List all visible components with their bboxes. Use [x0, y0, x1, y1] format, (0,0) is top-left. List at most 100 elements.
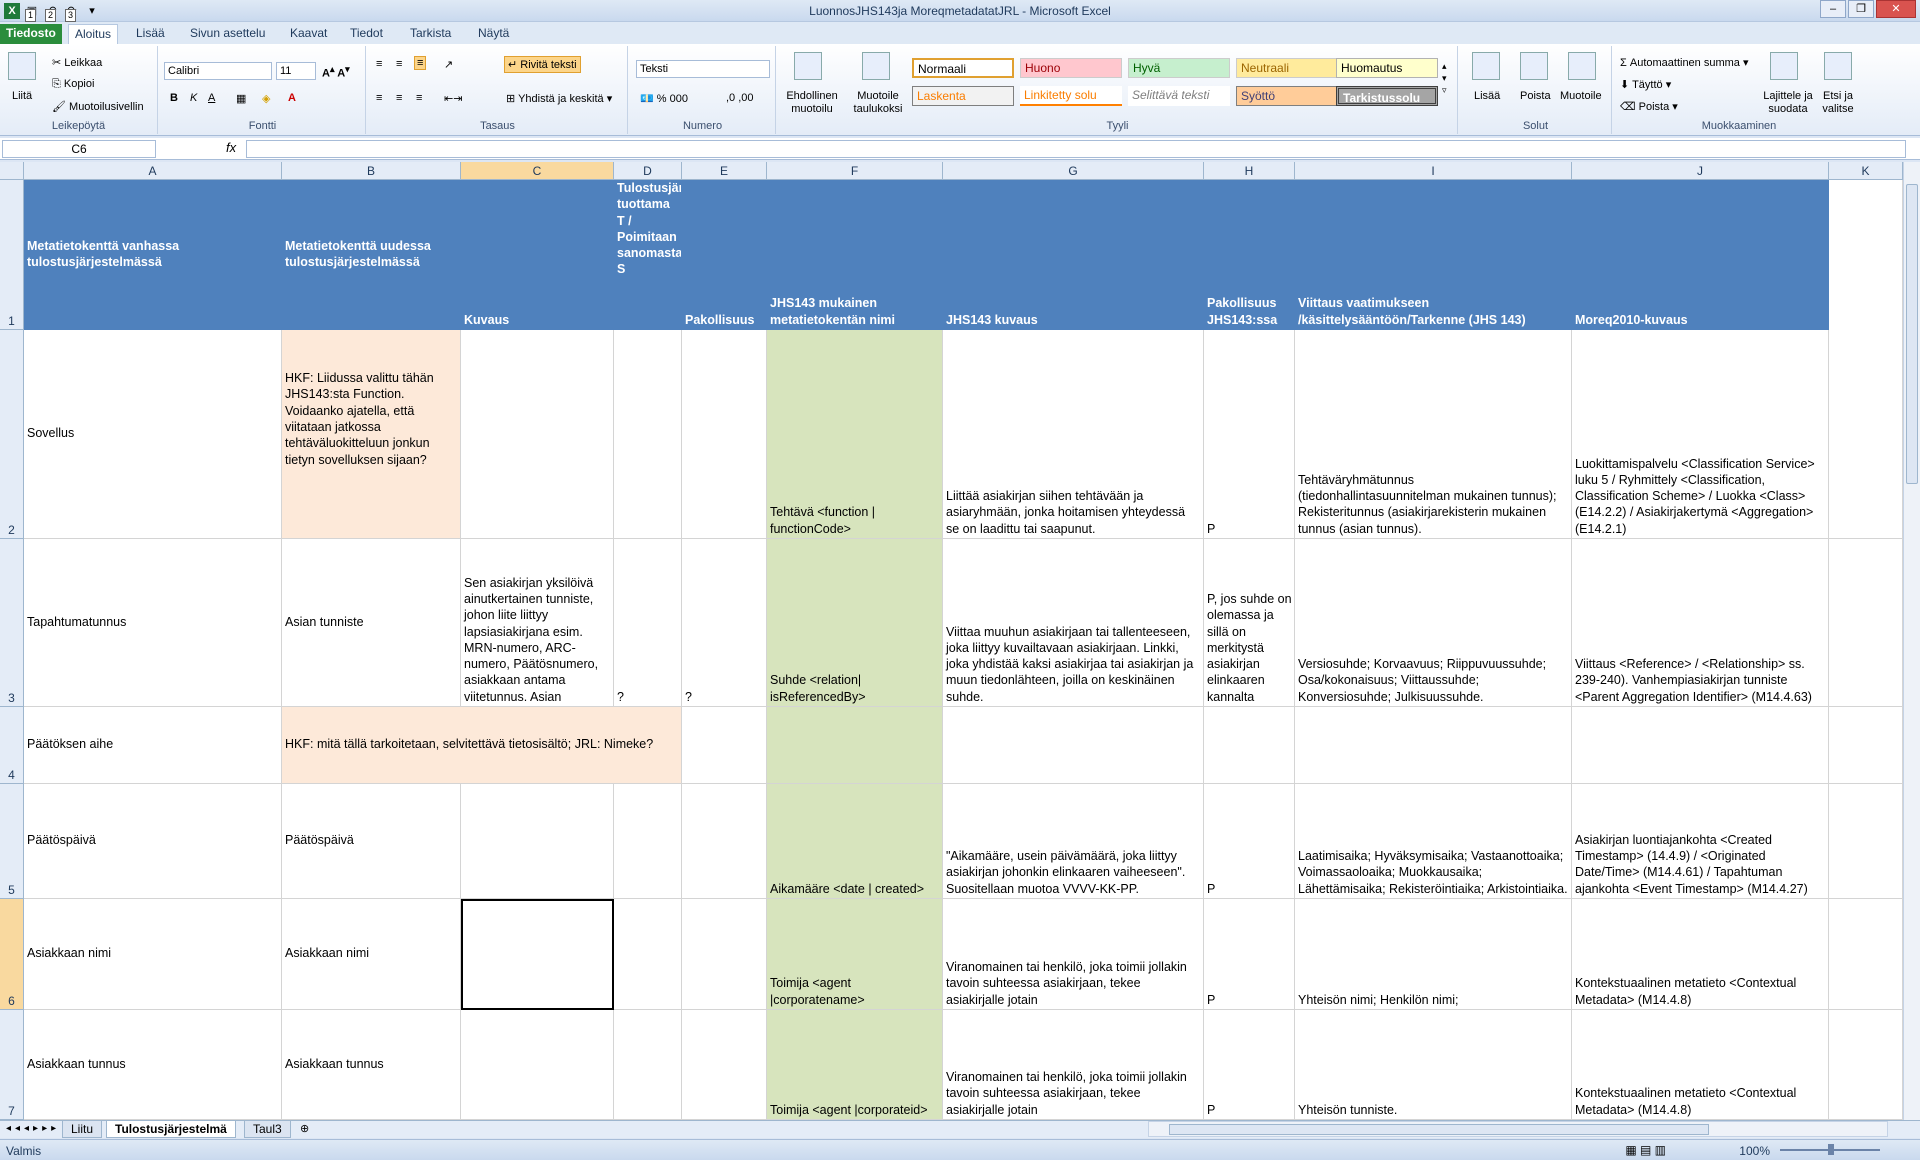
cell-a3[interactable]: Tapahtumatunnus	[24, 539, 282, 707]
cell-j1[interactable]: Moreq2010-kuvaus	[1572, 180, 1829, 330]
cell-j2[interactable]: Luokittamispalvelu <Classification Servi…	[1572, 330, 1829, 539]
cell-b3[interactable]: Asian tunniste	[282, 539, 461, 707]
cell-b5[interactable]: Päätöspäivä	[282, 784, 461, 899]
align-top-icon[interactable]: ≡	[376, 58, 382, 70]
align-center-icon[interactable]: ≡	[396, 92, 402, 104]
zoom-slider-knob[interactable]	[1828, 1144, 1834, 1155]
align-left-icon[interactable]: ≡	[376, 92, 382, 104]
cell-k7[interactable]	[1829, 1010, 1903, 1120]
currency-icon[interactable]: 💶 % 000	[640, 92, 688, 105]
formula-input[interactable]	[246, 140, 1906, 158]
styles-scroll-icon[interactable]: ▴ ▾ ▿	[1442, 60, 1447, 96]
copy-button[interactable]: ⎘ Kopioi	[52, 78, 94, 91]
font-color-icon[interactable]: A	[288, 92, 296, 104]
row-header-2[interactable]: 2	[0, 330, 24, 539]
cell-b6[interactable]: Asiakkaan nimi	[282, 899, 461, 1010]
cell-g5[interactable]: "Aikamääre, usein päivämäärä, joka liitt…	[943, 784, 1204, 899]
clear-button[interactable]: ⌫ Poista ▾	[1620, 100, 1678, 113]
delete-cells-button[interactable]: Poista	[1520, 90, 1551, 102]
column-header-j[interactable]: J	[1572, 162, 1829, 180]
delete-cells-icon[interactable]	[1520, 52, 1548, 80]
cell-f6[interactable]: Toimija <agent |corporatename>	[767, 899, 943, 1010]
insert-sheet-icon[interactable]: ⊕	[300, 1122, 309, 1135]
cell-c7[interactable]	[461, 1010, 614, 1120]
cut-button[interactable]: ✂ Leikkaa	[52, 56, 102, 69]
tab-review[interactable]: Tarkista	[410, 26, 451, 40]
cell-j4[interactable]	[1572, 707, 1829, 784]
cell-i6[interactable]: Yhteisön nimi; Henkilön nimi;	[1295, 899, 1572, 1010]
cell-k5[interactable]	[1829, 784, 1903, 899]
tab-page-layout[interactable]: Sivun asettelu	[190, 26, 265, 40]
paste-icon[interactable]	[8, 52, 36, 80]
orientation-icon[interactable]: ↗	[444, 58, 453, 71]
sort-filter-icon[interactable]	[1770, 52, 1798, 80]
wrap-text-button[interactable]: ↵ Rivitä teksti	[504, 56, 581, 73]
column-header-d[interactable]: D	[614, 162, 682, 180]
paste-button[interactable]: Liitä	[12, 90, 32, 102]
cell-h2[interactable]: P	[1204, 330, 1295, 539]
cell-f2[interactable]: Tehtävä <function | functionCode>	[767, 330, 943, 539]
tab-home[interactable]: Aloitus	[68, 24, 119, 44]
column-header-c[interactable]: C	[461, 162, 614, 180]
cell-c5[interactable]	[461, 784, 614, 899]
cell-k1[interactable]	[1829, 180, 1903, 330]
cell-a6[interactable]: Asiakkaan nimi	[24, 899, 282, 1010]
cell-h1[interactable]: Pakollisuus JHS143:ssa	[1204, 180, 1295, 330]
cell-b4[interactable]: HKF: mitä tällä tarkoitetaan, selvitettä…	[282, 707, 682, 784]
font-name-combo[interactable]: Calibri	[164, 62, 272, 80]
cell-j5[interactable]: Asiakirjan luontiajankohta <Created Time…	[1572, 784, 1829, 899]
cell-b1[interactable]: Metatietokenttä uudessa tulostusjärjeste…	[282, 180, 461, 330]
cell-h6[interactable]: P	[1204, 899, 1295, 1010]
grow-font-icon[interactable]: A▴ A▾	[322, 64, 350, 80]
indent-icon[interactable]: ⇤⇥	[444, 92, 462, 105]
row-header-6[interactable]: 6	[0, 899, 24, 1010]
view-buttons-icon[interactable]: ▦ ▤ ▥	[1625, 1143, 1666, 1157]
insert-cells-icon[interactable]	[1472, 52, 1500, 80]
cell-d5[interactable]	[614, 784, 682, 899]
row-header-1[interactable]: 1	[0, 180, 24, 330]
font-size-combo[interactable]: 11	[276, 62, 316, 80]
cell-f3[interactable]: Suhde <relation| isReferencedBy>	[767, 539, 943, 707]
align-bottom-icon[interactable]: ≡	[414, 56, 427, 70]
bold-icon[interactable]: B	[170, 92, 178, 104]
style-explanatory[interactable]: Selittävä teksti	[1128, 86, 1230, 106]
cell-i5[interactable]: Laatimisaika; Hyväksymisaika; Vastaanott…	[1295, 784, 1572, 899]
cell-c2[interactable]	[461, 330, 614, 539]
close-icon[interactable]: ✕	[1876, 0, 1916, 18]
cell-c6[interactable]	[461, 899, 614, 1010]
column-header-e[interactable]: E	[682, 162, 767, 180]
row-header-5[interactable]: 5	[0, 784, 24, 899]
find-select-icon[interactable]	[1824, 52, 1852, 80]
cell-i1[interactable]: Viittaus vaatimukseen /käsittelysääntöön…	[1295, 180, 1572, 330]
cell-c3[interactable]: Sen asiakirjan yksilöivä ainutkertainen …	[461, 539, 614, 707]
column-header-i[interactable]: I	[1295, 162, 1572, 180]
column-header-b[interactable]: B	[282, 162, 461, 180]
autosum-button[interactable]: Σ Automaattinen summa ▾	[1620, 56, 1749, 69]
cell-g1[interactable]: JHS143 kuvaus	[943, 180, 1204, 330]
cell-e6[interactable]	[682, 899, 767, 1010]
cell-j3[interactable]: Viittaus <Reference> / <Relationship> ss…	[1572, 539, 1829, 707]
sheet-nav-icon[interactable]: ◂◂◂▸▸▸	[6, 1123, 60, 1134]
cell-i4[interactable]	[1295, 707, 1572, 784]
insert-cells-button[interactable]: Lisää	[1474, 90, 1500, 102]
tab-insert[interactable]: Lisää	[136, 26, 165, 40]
cell-e1[interactable]: Pakollisuus	[682, 180, 767, 330]
cell-h3[interactable]: P, jos suhde on olemassa ja sillä on mer…	[1204, 539, 1295, 707]
cell-a4[interactable]: Päätöksen aihe	[24, 707, 282, 784]
select-all-corner[interactable]	[0, 162, 24, 180]
cell-d7[interactable]	[614, 1010, 682, 1120]
cell-e5[interactable]	[682, 784, 767, 899]
cell-i7[interactable]: Yhteisön tunniste.	[1295, 1010, 1572, 1120]
column-header-g[interactable]: G	[943, 162, 1204, 180]
style-calculation[interactable]: Laskenta	[912, 86, 1014, 106]
cell-h4[interactable]	[1204, 707, 1295, 784]
cell-h7[interactable]: P	[1204, 1010, 1295, 1120]
cell-k3[interactable]	[1829, 539, 1903, 707]
cell-a1[interactable]: Metatietokenttä vanhassa tulostusjärjest…	[24, 180, 282, 330]
style-normal[interactable]: Normaali	[912, 58, 1014, 78]
style-note[interactable]: Huomautus	[1336, 58, 1438, 78]
format-table-button[interactable]: Muotoile taulukoksi	[848, 90, 908, 116]
cell-k6[interactable]	[1829, 899, 1903, 1010]
cell-d3[interactable]: ?	[614, 539, 682, 707]
format-painter-button[interactable]: 🖌 Muotoilusivellin	[52, 100, 144, 113]
